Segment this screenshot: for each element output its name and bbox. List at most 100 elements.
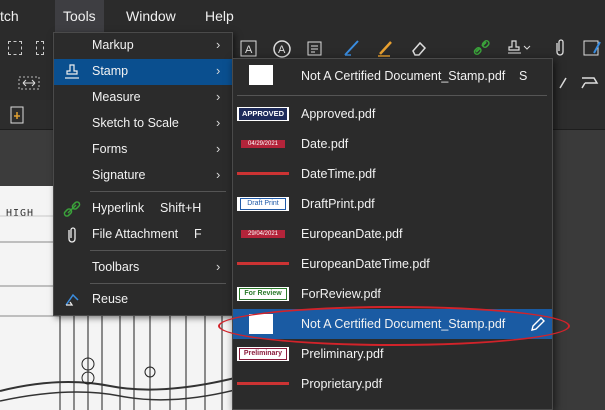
menu-sketch[interactable]: tch xyxy=(0,8,19,24)
stamp-thumbnail: 04/29/2021 xyxy=(237,137,289,151)
tools-menu-label: File Attachment xyxy=(92,227,179,241)
tools-menu-measure[interactable]: Measure › xyxy=(54,85,232,111)
stamp-thumb-text: 29/04/2021 xyxy=(241,230,285,238)
tools-menu-shortcut: Shift+H xyxy=(160,201,202,215)
tools-menu-label: Forms xyxy=(92,142,128,156)
menu-tools[interactable]: Tools xyxy=(55,0,104,32)
highlight-icon[interactable] xyxy=(376,38,396,58)
tools-menu-label: Toolbars xyxy=(92,260,140,274)
stamp-item[interactable]: DateTime.pdf xyxy=(233,159,552,189)
tools-menu-shortcut: F xyxy=(194,227,202,241)
add-page-icon[interactable] xyxy=(10,106,24,124)
tools-menu-label: Markup xyxy=(92,38,134,52)
eraser-icon[interactable] xyxy=(410,39,428,57)
stamp-label: EuropeanDateTime.pdf xyxy=(301,257,430,271)
chevron-right-icon: › xyxy=(216,115,221,130)
tools-menu-toolbars[interactable]: Toolbars › xyxy=(54,255,232,281)
menu-help[interactable]: Help xyxy=(205,8,234,24)
select-icon[interactable] xyxy=(36,41,44,55)
link-icon[interactable] xyxy=(472,38,492,58)
stamp-thumbnail xyxy=(237,377,289,391)
stamp-dropdown-icon[interactable] xyxy=(506,38,532,58)
stamp-thumbnail xyxy=(237,257,289,271)
callout-icon[interactable]: A xyxy=(272,39,292,59)
tools-menu-signature[interactable]: Signature › xyxy=(54,163,232,189)
tools-menu-stamp[interactable]: Stamp › xyxy=(54,59,232,85)
stamp-thumbnail: For Review xyxy=(237,287,289,301)
svg-text:A: A xyxy=(278,44,286,56)
stamp-item[interactable]: For Review ForReview.pdf xyxy=(233,279,552,309)
tools-menu-label: Stamp xyxy=(92,64,129,78)
text-box-icon[interactable]: A xyxy=(240,40,258,58)
tools-menu-label: Reuse xyxy=(92,292,129,306)
tools-menu-sketch-to-scale[interactable]: Sketch to Scale › xyxy=(54,111,232,137)
fit-width-icon[interactable] xyxy=(18,76,40,90)
menu-bar: tch Tools Window Help xyxy=(0,0,605,32)
line-tool-icon[interactable] xyxy=(558,76,568,90)
pen-icon[interactable] xyxy=(342,38,362,58)
stamp-label: Preliminary.pdf xyxy=(301,347,384,361)
stamp-thumb-text: 04/29/2021 xyxy=(241,140,285,148)
snapshot-icon[interactable] xyxy=(582,38,602,58)
chevron-right-icon: › xyxy=(216,141,221,156)
stamp-thumb-text: APPROVED xyxy=(239,108,287,120)
tools-menu-label: Sketch to Scale xyxy=(92,116,179,130)
stamp-item[interactable]: APPROVED Approved.pdf xyxy=(233,99,552,129)
stamp-thumbnail xyxy=(249,65,273,85)
menu-divider xyxy=(90,283,226,284)
tools-menu-reuse[interactable]: Reuse xyxy=(54,287,232,313)
tools-menu-label: Hyperlink xyxy=(92,201,145,215)
chevron-right-icon: › xyxy=(216,259,221,274)
note-icon[interactable] xyxy=(306,40,324,58)
stamp-label: Not A Certified Document_Stamp.pdf xyxy=(301,69,506,83)
stamp-label: DateTime.pdf xyxy=(301,167,376,181)
tools-menu-label: Signature xyxy=(92,168,146,182)
svg-text:A: A xyxy=(245,44,253,56)
reuse-icon xyxy=(65,293,79,306)
tools-menu-forms[interactable]: Forms › xyxy=(54,137,232,163)
stamp-shortcut: S xyxy=(519,69,528,83)
stamp-thumbnail: 29/04/2021 xyxy=(237,227,289,241)
tools-menu: Markup › Stamp › Measure › Sketch to Sca… xyxy=(53,32,233,316)
menu-divider xyxy=(90,250,226,251)
stamp-thumb-text: For Review xyxy=(239,288,287,300)
chevron-right-icon: › xyxy=(216,167,221,182)
stamp-item[interactable]: EuropeanDateTime.pdf xyxy=(233,249,552,279)
stamp-thumb-text: Preliminary xyxy=(239,348,287,360)
attachment-icon[interactable] xyxy=(552,38,568,58)
stamp-label: Approved.pdf xyxy=(301,107,376,121)
stamp-item[interactable]: Proprietary.pdf xyxy=(233,369,552,399)
document-margin-right xyxy=(552,130,605,410)
paperclip-icon xyxy=(68,227,76,243)
stamp-thumb-text: Draft Print xyxy=(240,198,286,210)
stamp-thumbnail: Draft Print xyxy=(237,197,289,211)
stamp-label: DraftPrint.pdf xyxy=(301,197,375,211)
stamp-thumbnail xyxy=(249,314,273,334)
stamp-item[interactable]: Draft Print DraftPrint.pdf xyxy=(233,189,552,219)
stamp-icon xyxy=(65,64,79,79)
stamp-item[interactable]: Preliminary Preliminary.pdf xyxy=(233,339,552,369)
stamp-label: ForReview.pdf xyxy=(301,287,381,301)
menu-divider xyxy=(90,191,226,192)
stamp-item[interactable]: 04/29/2021 Date.pdf xyxy=(233,129,552,159)
menu-divider xyxy=(237,95,547,96)
stamp-label: Proprietary.pdf xyxy=(301,377,383,391)
stamp-label: EuropeanDate.pdf xyxy=(301,227,403,241)
menu-window[interactable]: Window xyxy=(126,8,176,24)
stamp-thumbnail: Preliminary xyxy=(237,347,289,361)
edit-pencil-icon[interactable] xyxy=(529,315,547,333)
chevron-right-icon: › xyxy=(216,63,221,78)
select-rect-icon[interactable] xyxy=(8,41,22,55)
stamp-thumbnail: APPROVED xyxy=(237,107,289,121)
stamp-item[interactable]: 29/04/2021 EuropeanDate.pdf xyxy=(233,219,552,249)
stamp-current[interactable]: Not A Certified Document_Stamp.pdf S xyxy=(233,61,552,91)
arrow-tool-icon[interactable] xyxy=(580,74,600,92)
stamp-label: Not A Certified Document_Stamp.pdf xyxy=(301,317,506,331)
tools-menu-hyperlink[interactable]: Hyperlink Shift+H xyxy=(54,196,232,222)
tools-menu-markup[interactable]: Markup › xyxy=(54,33,232,59)
stamp-thumbnail xyxy=(237,167,289,181)
stamp-label: Date.pdf xyxy=(301,137,349,151)
stamp-item-selected[interactable]: Not A Certified Document_Stamp.pdf xyxy=(233,309,552,339)
link-icon xyxy=(63,201,81,217)
tools-menu-file-attachment[interactable]: File Attachment F xyxy=(54,222,232,248)
